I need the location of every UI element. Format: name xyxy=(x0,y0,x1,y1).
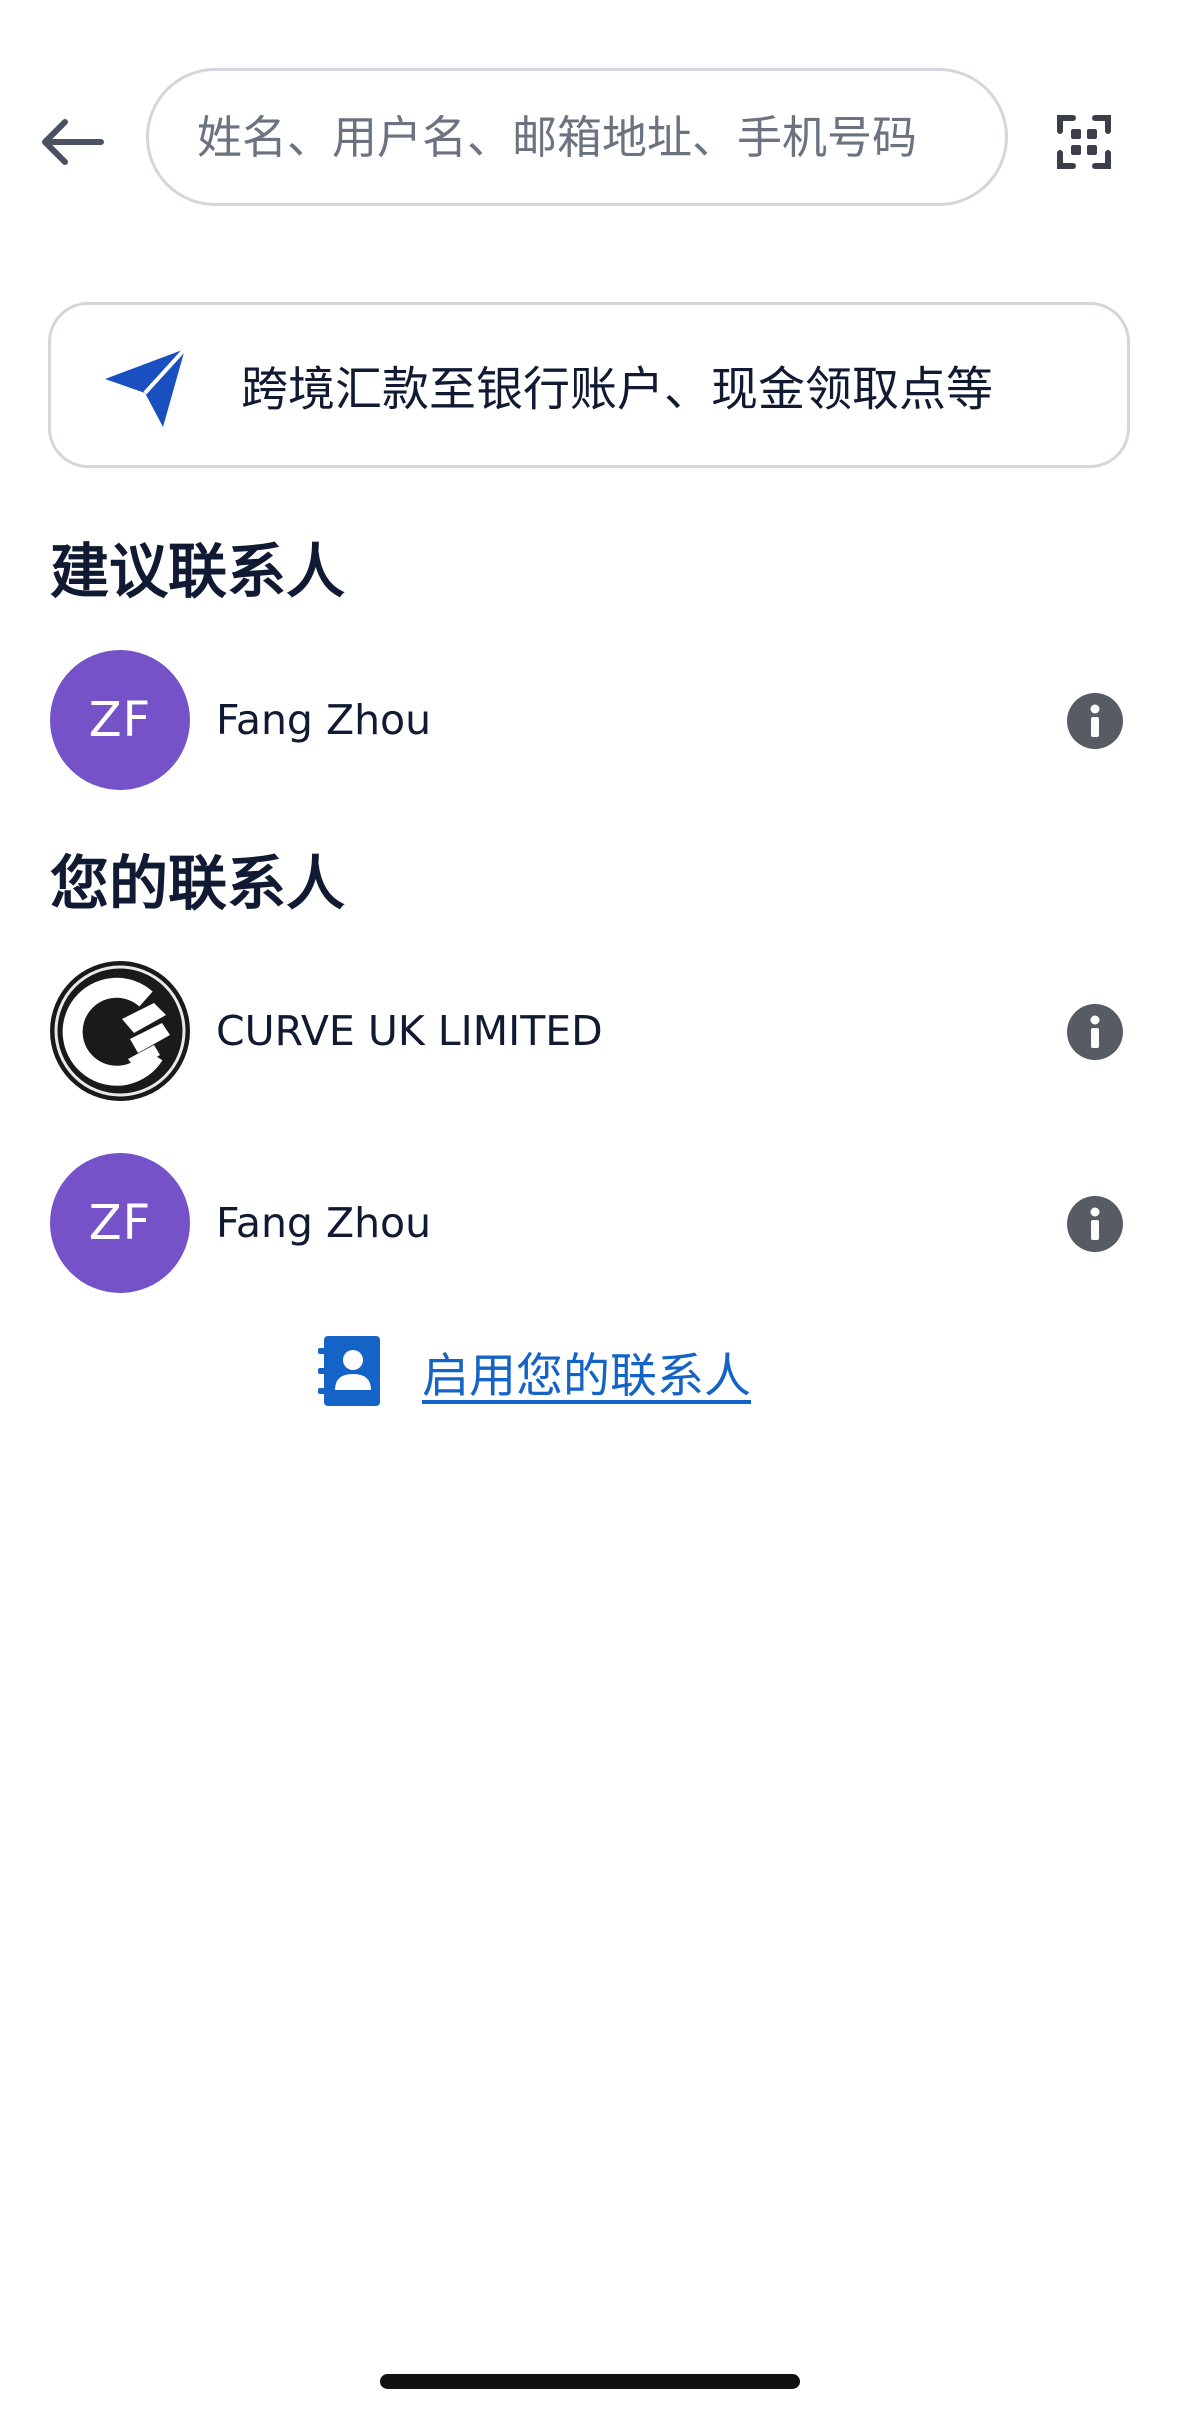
avatar-initials: ZF xyxy=(88,1195,152,1251)
paper-plane-icon xyxy=(105,347,187,427)
search-input[interactable] xyxy=(195,109,959,165)
info-button[interactable] xyxy=(1067,693,1123,749)
avatar xyxy=(50,961,190,1101)
curve-logo-icon xyxy=(52,963,188,1099)
avatar: ZF xyxy=(50,650,190,790)
enable-contacts-label: 启用您的联系人 xyxy=(422,1348,751,1404)
info-button[interactable] xyxy=(1067,1196,1123,1252)
contact-name: Fang Zhou xyxy=(216,1199,432,1247)
avatar-initials: ZF xyxy=(88,692,152,748)
info-button[interactable] xyxy=(1067,1004,1123,1060)
your-contacts-title: 您的联系人 xyxy=(50,849,346,918)
info-icon xyxy=(1090,704,1100,737)
arrow-left-icon xyxy=(42,119,104,165)
suggested-contact-fang-zhou[interactable]: ZF Fang Zhou xyxy=(0,645,1179,795)
contact-name: Fang Zhou xyxy=(216,696,432,744)
cross-border-transfer-label: 跨境汇款至银行账户、现金领取点等 xyxy=(241,362,993,418)
contact-curve-uk-limited[interactable]: CURVE UK LIMITED xyxy=(0,956,1179,1106)
info-icon xyxy=(1090,1015,1100,1048)
address-book-icon xyxy=(318,1336,380,1406)
qr-scan-button[interactable] xyxy=(1040,98,1128,186)
contact-name: CURVE UK LIMITED xyxy=(216,1007,603,1055)
qr-scan-icon xyxy=(1057,115,1111,169)
home-indicator[interactable] xyxy=(380,2374,800,2389)
contact-fang-zhou[interactable]: ZF Fang Zhou xyxy=(0,1148,1179,1298)
suggested-contacts-title: 建议联系人 xyxy=(50,537,346,606)
cross-border-transfer-button[interactable]: 跨境汇款至银行账户、现金领取点等 xyxy=(48,302,1130,468)
back-button[interactable] xyxy=(30,100,114,184)
search-box[interactable] xyxy=(146,68,1008,206)
info-icon xyxy=(1090,1207,1100,1240)
avatar: ZF xyxy=(50,1153,190,1293)
enable-contacts-link[interactable]: 启用您的联系人 xyxy=(316,1336,751,1406)
